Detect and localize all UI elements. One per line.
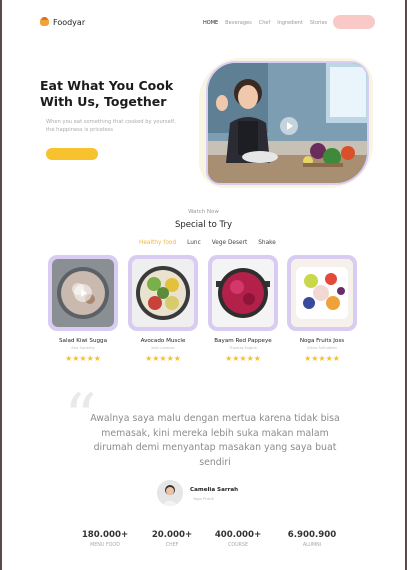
nav-action-button[interactable]: [333, 15, 375, 29]
recipe-author: Aria Sorrenty: [71, 346, 95, 350]
brand-name: Foodyar: [53, 18, 86, 27]
play-icon[interactable]: [74, 284, 92, 302]
tab-healthy-food[interactable]: Healthy food: [139, 240, 176, 246]
avocado-bowl-photo: [132, 259, 194, 327]
tab-lunch[interactable]: Lunc: [187, 240, 201, 246]
nav-link-home[interactable]: HOME: [203, 20, 218, 26]
hero-video-thumbnail[interactable]: [206, 61, 369, 185]
red-spinach-photo: [212, 259, 274, 327]
rating-stars: ★★★★★: [145, 354, 181, 363]
recipe-author: Nisha Safrudeen: [307, 346, 337, 350]
hero-subtitle: When you eat something that cooked by yo…: [46, 119, 176, 133]
recipe-card[interactable]: Salad Kiwi Sugga Aria Sorrenty ★★★★★: [48, 255, 118, 363]
recipe-cards: Salad Kiwi Sugga Aria Sorrenty ★★★★★ Avo…: [48, 255, 368, 365]
avatar: [157, 480, 183, 506]
tab-shake[interactable]: Shake: [258, 240, 276, 246]
hero-cta-button[interactable]: [46, 148, 98, 160]
recipe-name: Avocado Muscle: [140, 338, 186, 344]
recipe-card[interactable]: Bayam Red Pappeye Thomas Engine ★★★★★: [208, 255, 278, 363]
avatar-photo: [157, 480, 183, 506]
food-bowl-icon: [40, 17, 49, 26]
rating-stars: ★★★★★: [225, 354, 261, 363]
rating-stars: ★★★★★: [304, 354, 340, 363]
page-frame-left: [0, 0, 2, 570]
stat-item: 6.900.900 ALUMNI: [272, 530, 352, 548]
fruit-platter-photo: [291, 259, 353, 327]
recipe-image: [52, 259, 114, 327]
stat-label: COURSE: [227, 543, 249, 548]
author-role: Yoga Pratik: [193, 496, 214, 501]
recipe-author: Thomas Engine: [229, 346, 257, 350]
card-frame: [128, 255, 198, 331]
recipe-name: Bayam Red Pappeye: [214, 338, 272, 344]
play-icon[interactable]: [280, 117, 298, 135]
stat-value: 6.900.900: [287, 530, 337, 540]
card-frame: [48, 255, 118, 331]
stat-label: ALUMNI: [302, 543, 322, 548]
section-title: Special to Try: [174, 220, 233, 230]
card-frame: [208, 255, 278, 331]
nav-links: HOME Beverages Chef Ingredient Stories: [203, 20, 327, 26]
stat-item: 400.000+ COURSE: [198, 530, 278, 548]
stat-value: 400.000+: [214, 530, 262, 540]
testimonial-text: Awalnya saya malu dengan mertua karena t…: [90, 413, 340, 468]
tab-vege-desert[interactable]: Vege Desert: [212, 240, 247, 246]
brand[interactable]: Foodyar: [40, 17, 86, 27]
nav-link-stories[interactable]: Stories: [310, 20, 327, 26]
top-nav: Foodyar HOME Beverages Chef Ingredient S…: [40, 14, 375, 32]
recipe-name: Noga Fruits Joss: [299, 338, 345, 344]
section-eyebrow: Watch Now: [188, 209, 219, 215]
recipe-name: Salad Kiwi Sugga: [58, 338, 108, 344]
recipe-image: [212, 259, 274, 327]
author-name: Camelia Sarrah: [190, 487, 239, 493]
recipe-image: [291, 259, 353, 327]
nav-link-chef[interactable]: Chef: [259, 20, 271, 26]
recipe-author: John Lorenzo: [151, 346, 175, 350]
recipe-card[interactable]: Avocado Muscle John Lorenzo ★★★★★: [128, 255, 198, 363]
hero-title: Eat What You Cook With Us, Together: [40, 78, 174, 109]
card-frame: [287, 255, 357, 331]
category-tabs: Healthy food Lunc Vege Desert Shake: [139, 240, 276, 246]
rating-stars: ★★★★★: [65, 354, 101, 363]
recipe-image: [132, 259, 194, 327]
nav-link-beverages[interactable]: Beverages: [225, 20, 252, 26]
nav-link-ingredient[interactable]: Ingredient: [277, 20, 303, 26]
recipe-card[interactable]: Noga Fruits Joss Nisha Safrudeen ★★★★★: [287, 255, 357, 363]
